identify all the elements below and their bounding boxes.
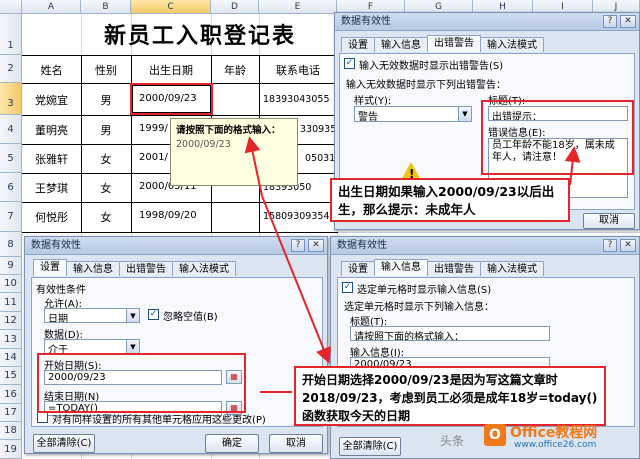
watermark-brand: Office教程网: [510, 425, 598, 441]
arrow-tooltip-up: [244, 136, 263, 197]
watermark-url: www.office26.com: [514, 440, 597, 450]
arrow-tooltip: [261, 195, 331, 364]
annotation-arrows: [244, 136, 581, 393]
arrow-error-message: [564, 146, 581, 186]
office-logo-icon: O: [484, 424, 506, 446]
watermark-source: 头条: [440, 434, 465, 448]
